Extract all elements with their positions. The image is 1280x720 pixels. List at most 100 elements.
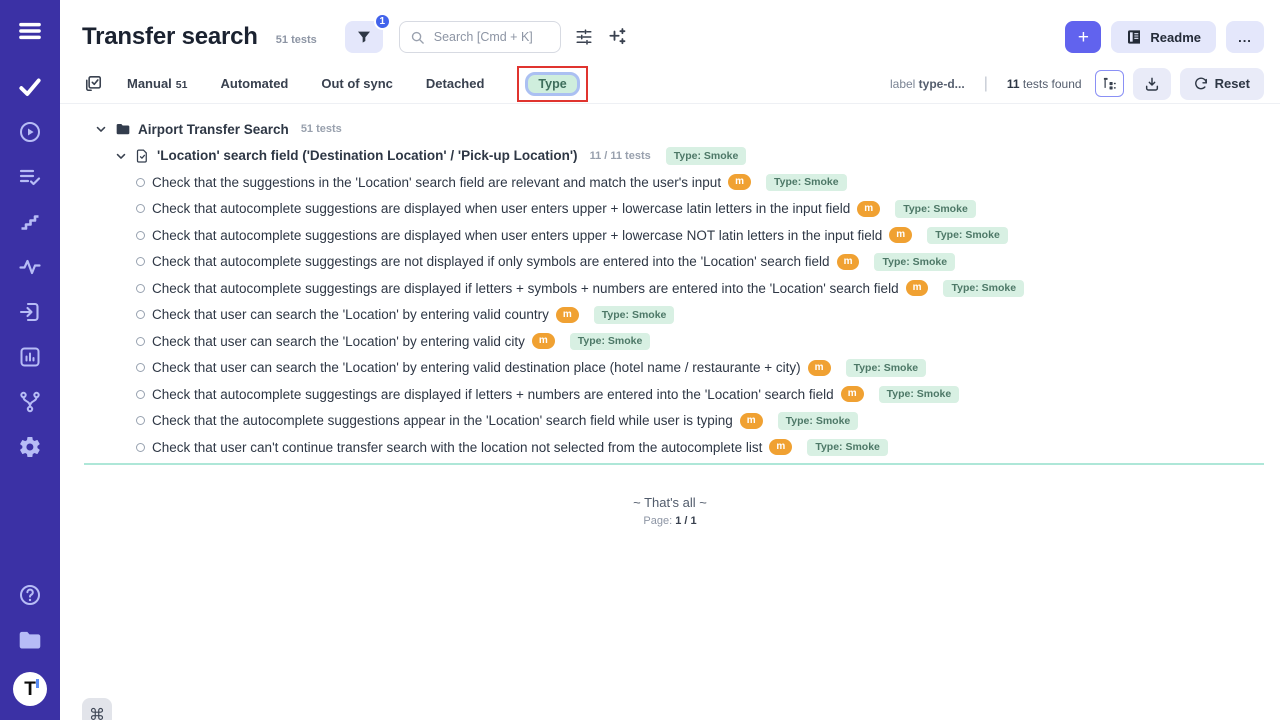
test-case-title: Check that autocomplete suggestings are … bbox=[152, 281, 899, 296]
type-smoke-badge: Type: Smoke bbox=[594, 306, 675, 324]
list-footer: ~ That's all ~ Page: 1 / 1 bbox=[60, 495, 1280, 527]
tab-detached-label: Detached bbox=[426, 76, 485, 91]
help-icon bbox=[18, 583, 42, 607]
gear-icon bbox=[18, 435, 42, 459]
type-smoke-badge: Type: Smoke bbox=[666, 147, 747, 165]
tests-found-summary: 11 tests found bbox=[1007, 77, 1082, 91]
tests-count-label: 51 tests bbox=[276, 34, 317, 46]
download-icon bbox=[1144, 76, 1160, 92]
sidebar-item-integrations[interactable] bbox=[17, 389, 43, 415]
stairs-icon bbox=[18, 210, 42, 234]
refresh-icon bbox=[1194, 77, 1208, 91]
sidebar-item-reports[interactable] bbox=[17, 344, 43, 370]
manual-badge: m bbox=[769, 439, 792, 455]
tab-manual[interactable]: Manual 51 bbox=[127, 76, 187, 91]
main-area: Transfer search 51 tests 1 bbox=[60, 0, 1280, 720]
sidebar-item-test-plans[interactable] bbox=[17, 164, 43, 190]
type-smoke-badge: Type: Smoke bbox=[766, 174, 847, 192]
filter-button[interactable]: 1 bbox=[345, 21, 383, 53]
avatar-letter: T bbox=[24, 680, 36, 699]
tree-view-toggle-button[interactable] bbox=[1095, 70, 1124, 97]
test-case-row[interactable]: Check that user can't continue transfer … bbox=[60, 434, 1280, 461]
documents-button[interactable] bbox=[17, 627, 43, 653]
search-box bbox=[399, 21, 561, 53]
avatar-accent bbox=[36, 679, 39, 688]
tab-out-of-sync-label: Out of sync bbox=[321, 76, 393, 91]
folder-name: Airport Transfer Search bbox=[138, 122, 289, 137]
avatar[interactable]: T bbox=[13, 672, 47, 706]
menu-button[interactable] bbox=[17, 18, 43, 44]
topbar-actions: + Readme ... bbox=[1065, 21, 1264, 53]
sidebar-item-test-cases[interactable] bbox=[17, 74, 43, 100]
tab-manual-label: Manual bbox=[127, 76, 172, 91]
page-title: Transfer search bbox=[82, 23, 258, 51]
test-case-row[interactable]: Check that autocomplete suggestings are … bbox=[60, 275, 1280, 302]
keyboard-shortcuts-button[interactable]: ⌘ bbox=[82, 698, 112, 720]
add-button[interactable]: + bbox=[1065, 21, 1101, 53]
test-case-row[interactable]: Check that user can search the 'Location… bbox=[60, 302, 1280, 329]
readme-button[interactable]: Readme bbox=[1111, 21, 1216, 53]
test-case-title: Check that user can search the 'Location… bbox=[152, 307, 549, 322]
manual-badge: m bbox=[837, 254, 860, 270]
chevron-down-icon[interactable] bbox=[114, 149, 128, 163]
activity-pulse-icon bbox=[18, 255, 42, 279]
end-of-list-text: ~ That's all ~ bbox=[633, 495, 707, 510]
test-tree: Airport Transfer Search 51 tests 'Locati… bbox=[60, 104, 1280, 720]
type-filter-chip[interactable]: Type bbox=[525, 72, 579, 96]
test-case-row[interactable]: Check that the suggestions in the 'Locat… bbox=[60, 169, 1280, 196]
tabbar-right: label type-d... | 11 tests found bbox=[890, 68, 1264, 100]
tab-detached[interactable]: Detached bbox=[426, 76, 485, 91]
reset-button[interactable]: Reset bbox=[1180, 68, 1264, 100]
test-case-row[interactable]: Check that autocomplete suggestings are … bbox=[60, 249, 1280, 276]
view-settings-button[interactable] bbox=[575, 28, 593, 46]
test-case-title: Check that user can't continue transfer … bbox=[152, 440, 762, 455]
tree-structure-icon bbox=[1102, 76, 1117, 91]
test-case-row[interactable]: Check that autocomplete suggestings are … bbox=[60, 381, 1280, 408]
suite-name: 'Location' search field ('Destination Lo… bbox=[157, 148, 578, 163]
test-case-title: Check that autocomplete suggestions are … bbox=[152, 228, 882, 243]
tab-out-of-sync[interactable]: Out of sync bbox=[321, 76, 393, 91]
ai-assist-button[interactable] bbox=[607, 27, 627, 47]
test-case-row[interactable]: Check that the autocomplete suggestions … bbox=[60, 408, 1280, 435]
manual-badge: m bbox=[841, 386, 864, 402]
tab-automated-label: Automated bbox=[220, 76, 288, 91]
test-case-row[interactable]: Check that autocomplete suggestions are … bbox=[60, 222, 1280, 249]
separator: | bbox=[984, 75, 988, 93]
type-smoke-badge: Type: Smoke bbox=[943, 280, 1024, 298]
test-case-row[interactable]: Check that autocomplete suggestions are … bbox=[60, 196, 1280, 223]
bar-chart-icon bbox=[18, 345, 42, 369]
folder-icon bbox=[115, 121, 131, 137]
sidebar: T bbox=[0, 0, 60, 720]
label-filter-summary: label type-d... bbox=[890, 77, 965, 91]
type-smoke-badge: Type: Smoke bbox=[874, 253, 955, 271]
chevron-down-icon[interactable] bbox=[94, 122, 108, 136]
checkmark-icon bbox=[17, 74, 43, 100]
page-value: 1 / 1 bbox=[675, 515, 696, 527]
sidebar-item-activity[interactable] bbox=[17, 254, 43, 280]
type-smoke-badge: Type: Smoke bbox=[895, 200, 976, 218]
sidebar-item-settings[interactable] bbox=[17, 434, 43, 460]
funnel-icon bbox=[356, 29, 372, 45]
help-button[interactable] bbox=[17, 582, 43, 608]
play-circle-icon bbox=[18, 120, 42, 144]
test-status-circle-icon bbox=[136, 337, 145, 346]
search-input[interactable] bbox=[432, 29, 550, 45]
sidebar-item-import[interactable] bbox=[17, 299, 43, 325]
tab-automated[interactable]: Automated bbox=[220, 76, 288, 91]
folder-row[interactable]: Airport Transfer Search 51 tests bbox=[60, 116, 1280, 143]
test-status-circle-icon bbox=[136, 257, 145, 266]
more-actions-button[interactable]: ... bbox=[1226, 21, 1264, 53]
test-status-circle-icon bbox=[136, 443, 145, 452]
test-case-row[interactable]: Check that user can search the 'Location… bbox=[60, 355, 1280, 382]
test-case-row[interactable]: Check that user can search the 'Location… bbox=[60, 328, 1280, 355]
suite-row[interactable]: 'Location' search field ('Destination Lo… bbox=[60, 143, 1280, 170]
select-all-button[interactable] bbox=[84, 74, 103, 93]
test-case-title: Check that user can search the 'Location… bbox=[152, 360, 801, 375]
tab-manual-count: 51 bbox=[176, 79, 188, 91]
tabbar: Manual 51 Automated Out of sync Detached… bbox=[60, 64, 1280, 104]
manual-badge: m bbox=[556, 307, 579, 323]
sidebar-item-milestones[interactable] bbox=[17, 209, 43, 235]
pagination-info: Page: 1 / 1 bbox=[643, 515, 696, 527]
download-button[interactable] bbox=[1133, 68, 1171, 100]
sidebar-item-runs[interactable] bbox=[17, 119, 43, 145]
